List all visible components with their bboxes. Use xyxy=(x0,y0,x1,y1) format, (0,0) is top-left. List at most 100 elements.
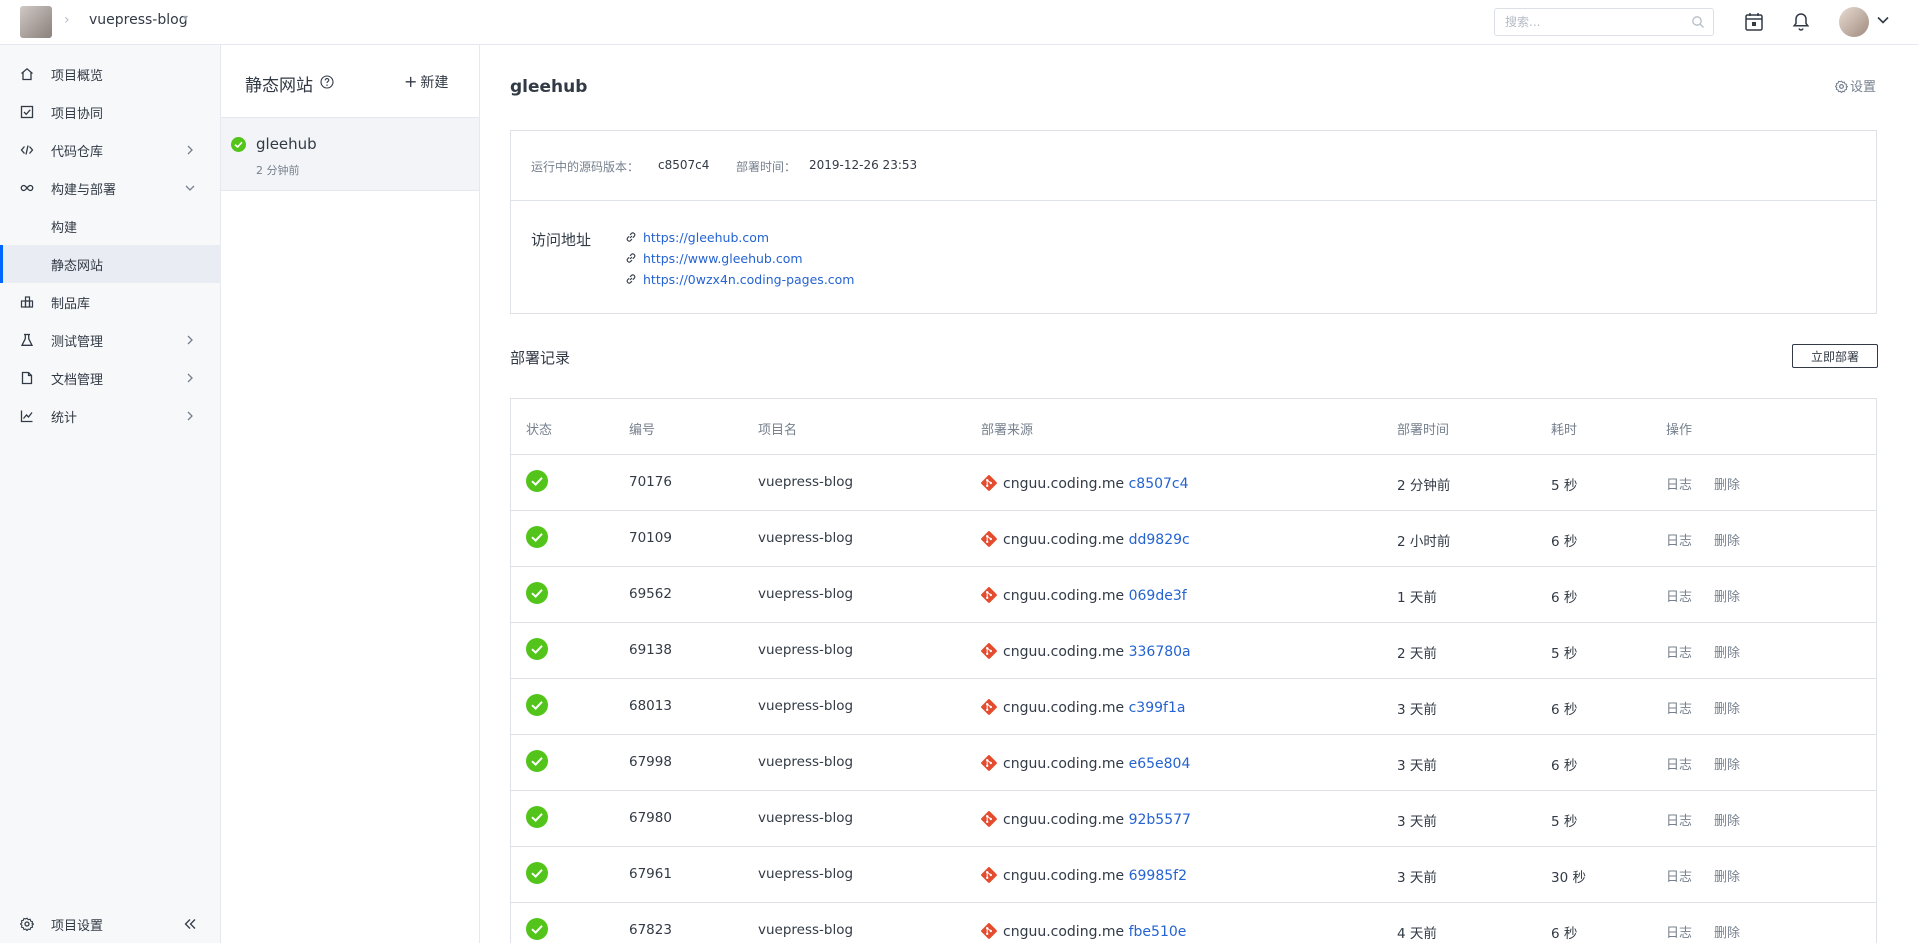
help-icon[interactable] xyxy=(320,75,334,89)
delete-link[interactable]: 删除 xyxy=(1714,922,1740,941)
deploy-source-repo: cnguu.coding.me xyxy=(1003,532,1125,548)
deploy-id: 67823 xyxy=(629,922,672,938)
project-name[interactable]: vuepress-blog xyxy=(89,12,188,28)
collapse-sidebar-icon[interactable] xyxy=(183,917,197,931)
project-caret-icon[interactable]: ▾ xyxy=(183,13,188,24)
success-check-icon xyxy=(526,526,548,548)
deploy-now-button[interactable]: 立即部署 xyxy=(1792,344,1878,368)
commit-hash-link[interactable]: e65e804 xyxy=(1129,756,1191,772)
link-icon xyxy=(626,274,636,284)
site-url-link[interactable]: https://0wzx4n.coding-pages.com xyxy=(625,272,855,287)
success-check-icon xyxy=(526,582,548,604)
deploy-duration: 6 秒 xyxy=(1551,534,1578,550)
site-url-link[interactable]: https://gleehub.com xyxy=(625,230,769,245)
nav-item-label: 项目协同 xyxy=(51,107,104,122)
deploy-project: vuepress-blog xyxy=(758,474,854,490)
commit-hash-link[interactable]: dd9829c xyxy=(1129,532,1190,548)
nav-item-overview[interactable]: 项目概览 xyxy=(0,55,221,93)
column-header-actions: 操作 xyxy=(1666,423,1693,438)
delete-link[interactable]: 删除 xyxy=(1714,530,1740,549)
log-link[interactable]: 日志 xyxy=(1666,866,1692,885)
nav-item-statistics[interactable]: 统计 xyxy=(0,397,221,435)
log-link[interactable]: 日志 xyxy=(1666,586,1692,605)
log-link[interactable]: 日志 xyxy=(1666,810,1692,829)
log-link[interactable]: 日志 xyxy=(1666,642,1692,661)
commit-hash-link[interactable]: 336780a xyxy=(1129,644,1191,660)
commit-hash-link[interactable]: 069de3f xyxy=(1129,588,1187,604)
nav-item-label: 构建与部署 xyxy=(51,183,117,198)
log-link[interactable]: 日志 xyxy=(1666,922,1692,941)
user-avatar[interactable] xyxy=(1839,7,1869,37)
nav-item-test-management[interactable]: 测试管理 xyxy=(0,321,221,359)
commit-hash-link[interactable]: 69985f2 xyxy=(1129,868,1187,884)
git-icon xyxy=(981,755,997,771)
deploy-time: 3 天前 xyxy=(1397,814,1437,830)
nav-item-build-deploy[interactable]: 构建与部署 xyxy=(0,169,221,207)
project-settings-label: 项目设置 xyxy=(51,919,104,934)
delete-link[interactable]: 删除 xyxy=(1714,474,1740,493)
table-row: 67961 vuepress-blog cnguu.coding.me 69985f… xyxy=(511,847,1876,903)
deploy-time: 2 小时前 xyxy=(1397,534,1451,550)
delete-link[interactable]: 删除 xyxy=(1714,810,1740,829)
left-sidebar: 项目概览 项目协同 代码仓库 构建与部署 构建 静态网站 制品库 测试管理 文档… xyxy=(0,45,221,943)
infinity-icon xyxy=(20,184,34,192)
nav-item-collaboration[interactable]: 项目协同 xyxy=(0,93,221,131)
commit-hash-link[interactable]: c399f1a xyxy=(1129,700,1186,716)
deploy-project: vuepress-blog xyxy=(758,754,854,770)
nav-item-static-sites[interactable]: 静态网站 xyxy=(0,245,221,283)
git-icon xyxy=(981,811,997,827)
nav-item-code-repo[interactable]: 代码仓库 xyxy=(0,131,221,169)
nav-item-label: 构建 xyxy=(51,221,78,236)
delete-link[interactable]: 删除 xyxy=(1714,698,1740,717)
code-icon xyxy=(20,145,34,155)
log-link[interactable]: 日志 xyxy=(1666,530,1692,549)
table-row: 70176 vuepress-blog cnguu.coding.me c8507c… xyxy=(511,455,1876,511)
nav-item-label: 静态网站 xyxy=(51,259,104,274)
deploy-source: cnguu.coding.me 92b5577 xyxy=(980,810,1191,828)
search-box[interactable] xyxy=(1494,8,1714,36)
chevron-down-icon[interactable] xyxy=(1876,13,1890,27)
deploy-project: vuepress-blog xyxy=(758,698,854,714)
git-icon xyxy=(981,867,997,883)
deploy-id: 70176 xyxy=(629,474,672,490)
site-info-card: 运行中的源码版本： c8507c4 部署时间： 2019-12-26 23:53… xyxy=(510,130,1877,314)
deploy-time: 3 天前 xyxy=(1397,758,1437,774)
bell-icon[interactable] xyxy=(1790,11,1812,33)
deploy-project: vuepress-blog xyxy=(758,586,854,602)
deploy-source-repo: cnguu.coding.me xyxy=(1003,924,1125,940)
site-settings-button[interactable]: 设置 xyxy=(1835,76,1876,95)
nav-item-docs[interactable]: 文档管理 xyxy=(0,359,221,397)
log-link[interactable]: 日志 xyxy=(1666,698,1692,717)
table-row: 68013 vuepress-blog cnguu.coding.me c399f1… xyxy=(511,679,1876,735)
deploy-source: cnguu.coding.me 336780a xyxy=(980,642,1191,660)
delete-link[interactable]: 删除 xyxy=(1714,754,1740,773)
log-link[interactable]: 日志 xyxy=(1666,474,1692,493)
commit-hash-link[interactable]: 92b5577 xyxy=(1129,812,1191,828)
success-check-icon xyxy=(526,470,548,492)
deploy-records-title: 部署记录 xyxy=(510,349,571,367)
delete-link[interactable]: 删除 xyxy=(1714,642,1740,661)
new-site-button[interactable]: + 新建 xyxy=(404,72,448,92)
project-settings-button[interactable]: 项目设置 xyxy=(0,905,221,943)
log-link[interactable]: 日志 xyxy=(1666,754,1692,773)
site-url-link[interactable]: https://www.gleehub.com xyxy=(625,251,803,266)
deploy-duration: 6 秒 xyxy=(1551,926,1578,942)
deploy-id: 67980 xyxy=(629,810,672,826)
deploy-duration: 30 秒 xyxy=(1551,870,1586,886)
nav-item-build[interactable]: 构建 xyxy=(0,207,221,245)
calendar-icon[interactable] xyxy=(1743,11,1765,33)
main-content: gleehub 设置 运行中的源码版本： c8507c4 部署时间： 2019-… xyxy=(480,45,1918,943)
site-list-item[interactable]: gleehub 2 分钟前 xyxy=(221,117,479,191)
deploy-source-repo: cnguu.coding.me xyxy=(1003,756,1125,772)
deploy-duration: 5 秒 xyxy=(1551,478,1578,494)
project-avatar[interactable] xyxy=(20,6,52,38)
nav-item-artifacts[interactable]: 制品库 xyxy=(0,283,221,321)
deploy-source-repo: cnguu.coding.me xyxy=(1003,700,1125,716)
column-header-status: 状态 xyxy=(526,423,553,438)
search-input[interactable] xyxy=(1495,9,1675,35)
commit-hash-link[interactable]: fbe510e xyxy=(1129,924,1187,940)
delete-link[interactable]: 删除 xyxy=(1714,586,1740,605)
top-bar: › vuepress-blog ▾ xyxy=(0,0,1918,45)
commit-hash-link[interactable]: c8507c4 xyxy=(1129,476,1189,492)
delete-link[interactable]: 删除 xyxy=(1714,866,1740,885)
